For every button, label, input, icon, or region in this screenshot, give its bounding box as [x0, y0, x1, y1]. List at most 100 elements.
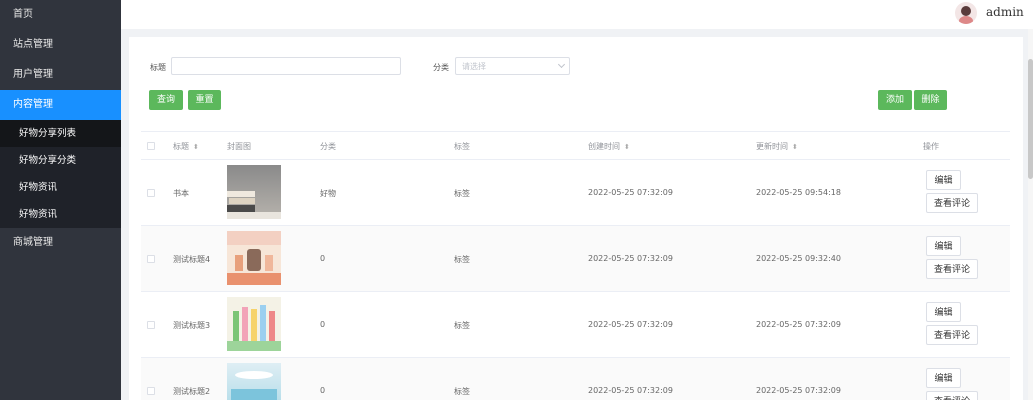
category-filter-label: 分类 [433, 63, 449, 72]
row-updated: 2022-05-25 07:32:09 [756, 320, 841, 329]
column-header-actions: 操作 [923, 142, 939, 151]
cover-image [227, 165, 281, 219]
sidebar-submenu: 好物分享列表 好物分享分类 好物资讯 好物资讯 [0, 120, 121, 228]
cover-image [227, 297, 281, 351]
view-comments-button[interactable]: 查看评论 [926, 391, 978, 400]
row-tag: 标签 [454, 387, 470, 396]
sidebar-subitem-share-list[interactable]: 好物分享列表 [0, 120, 121, 147]
column-header-title[interactable]: 标题 ⬍ [173, 141, 199, 152]
column-header-tag: 标签 [454, 142, 470, 151]
view-comments-button[interactable]: 查看评论 [926, 259, 978, 279]
table-row: 测试标题4 0 标签 2022-05-25 07:32:09 2022-05-2… [141, 225, 1010, 291]
product-shape [265, 255, 273, 271]
row-category: 0 [320, 254, 326, 263]
column-header-category: 分类 [320, 142, 336, 151]
column-header-cover: 封面图 [227, 142, 251, 151]
row-title: 书本 [173, 189, 189, 198]
sidebar-item-site[interactable]: 站点管理 [0, 30, 121, 60]
scrollbar-thumb[interactable] [1028, 59, 1033, 179]
row-title: 测试标题3 [173, 321, 211, 330]
reset-button[interactable]: 重置 [188, 90, 221, 110]
avatar-body-icon [959, 16, 973, 24]
row-updated: 2022-05-25 09:54:18 [756, 188, 841, 197]
row-category: 0 [320, 386, 326, 395]
row-created: 2022-05-25 07:32:09 [588, 386, 673, 395]
sidebar-item-shop[interactable]: 商城管理 [0, 228, 121, 258]
sort-icon[interactable]: ⬍ [624, 143, 630, 151]
column-header-updated-label: 更新时间 [756, 142, 788, 151]
water-shape [231, 389, 277, 400]
title-filter-input[interactable] [171, 57, 401, 75]
edit-button[interactable]: 编辑 [926, 236, 961, 256]
column-header-created-label: 创建时间 [588, 142, 620, 151]
sidebar-subitem-news[interactable]: 好物资讯 [0, 174, 121, 201]
column-header-title-label: 标题 [173, 142, 189, 151]
bottle-shape [251, 309, 257, 341]
sidebar-item-users[interactable]: 用户管理 [0, 60, 121, 90]
view-comments-button[interactable]: 查看评论 [926, 193, 978, 213]
query-button[interactable]: 查询 [149, 90, 183, 110]
row-checkbox[interactable] [147, 189, 155, 197]
scrollbar[interactable] [1028, 29, 1033, 400]
bottle-shape [260, 305, 266, 341]
row-updated: 2022-05-25 09:32:40 [756, 254, 841, 263]
chevron-down-icon [557, 60, 566, 69]
avatar-head-icon [961, 6, 971, 16]
book-shape [227, 191, 255, 197]
table-header: 标题 ⬍ 封面图 分类 标签 创建时间 ⬍ 更新时间 ⬍ 操作 [141, 131, 1010, 159]
book-shape [227, 205, 255, 212]
grass-shape [227, 341, 281, 351]
banner-shape [227, 231, 281, 245]
username[interactable]: admin [986, 5, 1024, 19]
cloud-shape [235, 371, 273, 379]
category-select-placeholder: 请选择 [462, 62, 486, 71]
price-banner [227, 273, 281, 285]
sidebar-item-content[interactable]: 内容管理 [0, 90, 121, 120]
row-tag: 标签 [454, 255, 470, 264]
cover-image [227, 231, 281, 285]
row-created: 2022-05-25 07:32:09 [588, 254, 673, 263]
category-select[interactable]: 请选择 [455, 57, 570, 75]
avatar[interactable] [955, 2, 977, 24]
sidebar-subitem-share-category[interactable]: 好物分享分类 [0, 147, 121, 174]
view-comments-button[interactable]: 查看评论 [926, 325, 978, 345]
row-title: 测试标题2 [173, 387, 211, 396]
table-row: 书本 好物 标签 2022-05-25 07:32:09 2022-05-25 … [141, 159, 1010, 225]
row-checkbox[interactable] [147, 321, 155, 329]
row-tag: 标签 [454, 189, 470, 198]
sidebar-subitem-news-2[interactable]: 好物资讯 [0, 201, 121, 228]
select-all-checkbox[interactable] [147, 142, 155, 150]
title-filter-label: 标题 [150, 63, 166, 72]
bottle-shape [233, 311, 239, 341]
row-created: 2022-05-25 07:32:09 [588, 320, 673, 329]
cover-image [227, 363, 281, 400]
edit-button[interactable]: 编辑 [926, 170, 961, 190]
row-checkbox[interactable] [147, 255, 155, 263]
sidebar: 首页 站点管理 用户管理 内容管理 好物分享列表 好物分享分类 好物资讯 好物资… [0, 0, 121, 400]
row-tag: 标签 [454, 321, 470, 330]
table-row: 测试标题3 0 标签 2022-05-25 07:32:09 2022-05-2… [141, 291, 1010, 357]
table-surface [227, 212, 281, 219]
row-created: 2022-05-25 07:32:09 [588, 188, 673, 197]
sidebar-item-home[interactable]: 首页 [0, 0, 121, 30]
column-header-updated[interactable]: 更新时间 ⬍ [756, 141, 798, 152]
edit-button[interactable]: 编辑 [926, 368, 961, 388]
table-row: 测试标题2 0 标签 2022-05-25 07:32:09 2022-05-2… [141, 357, 1010, 400]
add-button[interactable]: 添加 [878, 90, 912, 110]
product-shape [247, 249, 261, 271]
sort-icon[interactable]: ⬍ [792, 143, 798, 151]
row-updated: 2022-05-25 07:32:09 [756, 386, 841, 395]
edit-button[interactable]: 编辑 [926, 302, 961, 322]
row-title: 测试标题4 [173, 255, 211, 264]
row-category: 0 [320, 320, 326, 329]
row-checkbox[interactable] [147, 387, 155, 395]
delete-button[interactable]: 删除 [914, 90, 947, 110]
row-category: 好物 [320, 189, 336, 198]
bottle-shape [269, 311, 275, 341]
sort-icon[interactable]: ⬍ [193, 143, 199, 151]
top-header: admin [121, 0, 1033, 29]
book-shape [229, 198, 255, 204]
bottle-shape [242, 307, 248, 341]
product-shape [235, 255, 243, 271]
column-header-created[interactable]: 创建时间 ⬍ [588, 141, 630, 152]
